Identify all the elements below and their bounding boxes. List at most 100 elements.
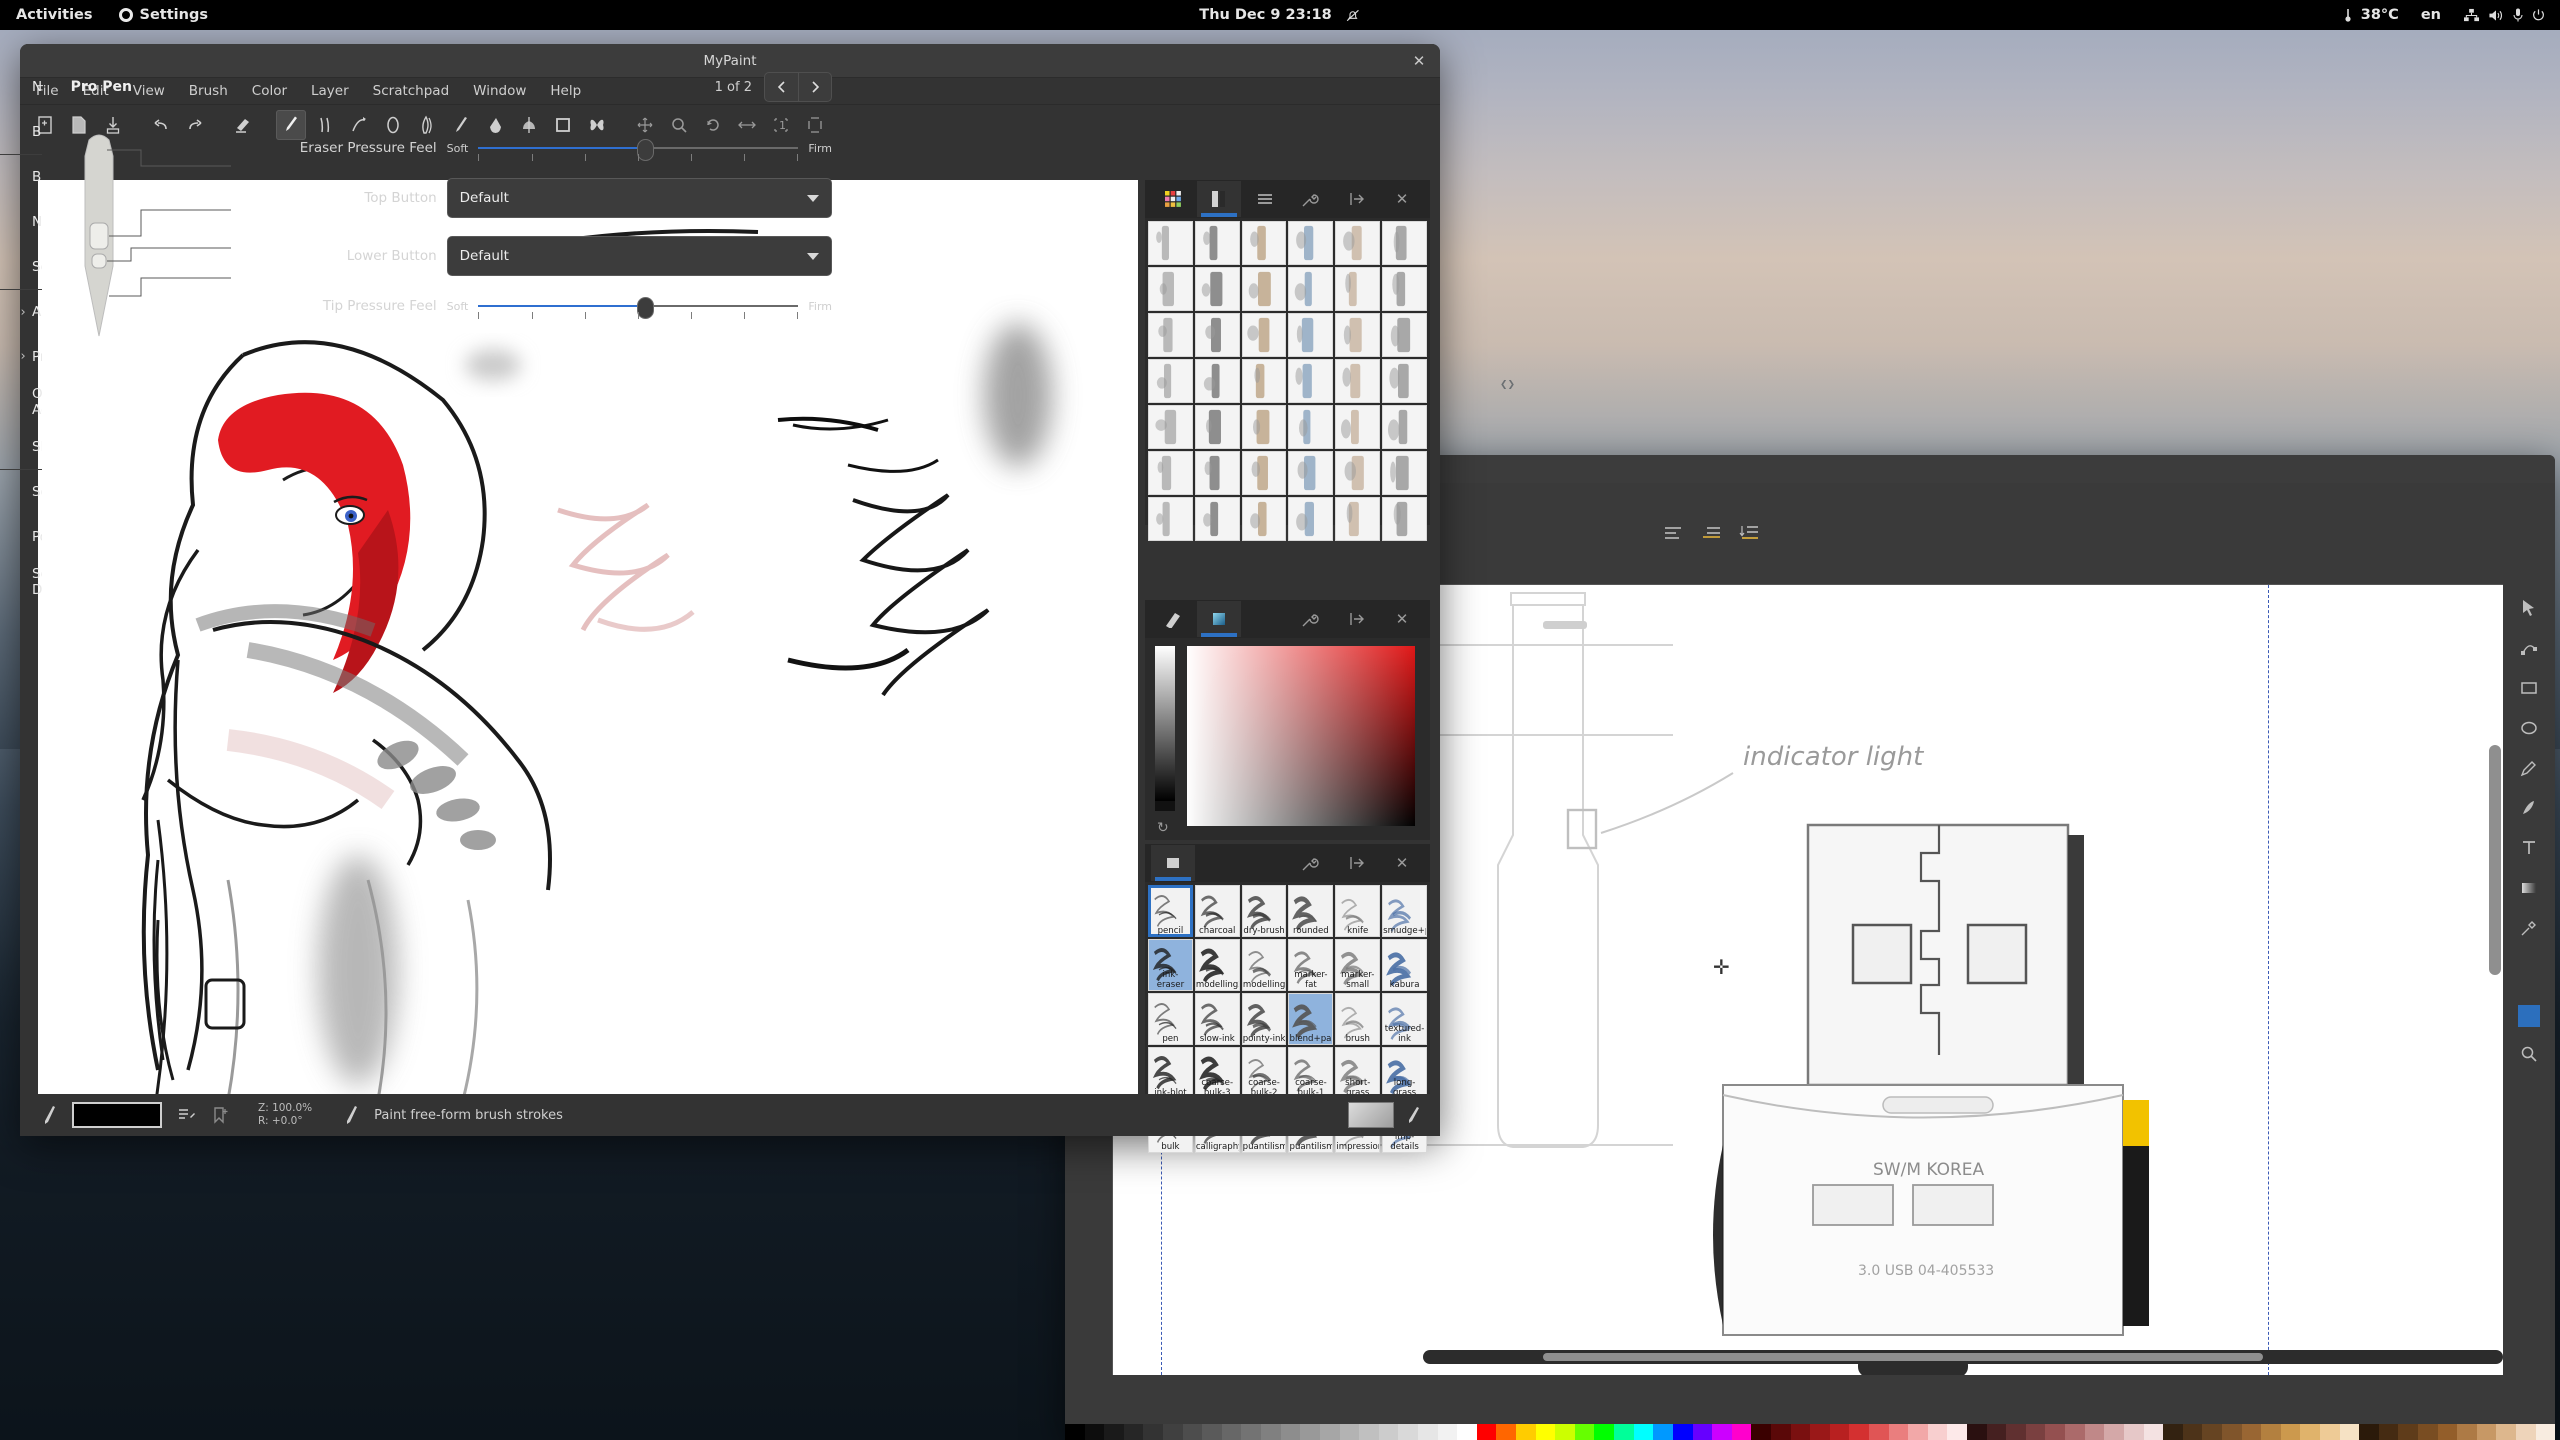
- brush-item[interactable]: pointy-ink: [1241, 993, 1287, 1045]
- palette-swatch[interactable]: [1986, 1424, 2007, 1440]
- sidebar-item-privacy[interactable]: Privacy ›: [0, 334, 41, 379]
- color-wheel-tab[interactable]: [1151, 601, 1195, 637]
- brush-item[interactable]: smudge+paint: [1382, 885, 1427, 937]
- brushset-thumbnail[interactable]: [1382, 359, 1427, 403]
- wrench-tab[interactable]: [1289, 181, 1333, 217]
- palette-swatch[interactable]: [1241, 1424, 1262, 1440]
- brushset-thumbnail[interactable]: [1241, 451, 1287, 495]
- color-reset-icon[interactable]: ↻: [1157, 820, 1169, 836]
- palette-swatch[interactable]: [2516, 1424, 2536, 1440]
- brushset-thumbnail[interactable]: [1148, 405, 1193, 449]
- brushset-thumbnail[interactable]: [1382, 497, 1427, 541]
- value-slider-knob[interactable]: [1155, 801, 1175, 811]
- palette-swatch[interactable]: [1496, 1424, 1517, 1440]
- sidebar-item-notifications[interactable]: Notifications: [0, 199, 42, 244]
- palette-swatch[interactable]: [1261, 1424, 1281, 1440]
- select-tool-icon[interactable]: [2516, 595, 2542, 621]
- distribute-vertical-icon[interactable]: [1739, 523, 1761, 543]
- brush-item[interactable]: brush: [1335, 993, 1381, 1045]
- sidebar-item-online-accounts[interactable]: Online Accounts: [0, 379, 42, 424]
- brushset-thumbnail[interactable]: [1241, 267, 1287, 311]
- brush-item[interactable]: marker-fat: [1288, 939, 1334, 991]
- palette-swatch[interactable]: [1751, 1424, 1771, 1440]
- palette-swatch[interactable]: [1398, 1424, 1418, 1440]
- palette-swatch[interactable]: [1457, 1424, 1477, 1440]
- calligraphy-tool-icon[interactable]: [2516, 795, 2542, 821]
- brushset-thumbnail[interactable]: [1148, 313, 1193, 357]
- button-action-select[interactable]: Default: [446, 236, 832, 276]
- brushset-thumbnail[interactable]: [1148, 497, 1193, 541]
- palette-swatch[interactable]: [1692, 1424, 1713, 1440]
- previous-device-button[interactable]: [764, 72, 798, 102]
- palette-swatch[interactable]: [2437, 1424, 2458, 1440]
- palette-swatch[interactable]: [1594, 1424, 1615, 1440]
- palette-swatch[interactable]: [1339, 1424, 1360, 1440]
- palette-swatch[interactable]: [1300, 1424, 1320, 1440]
- palette-swatch[interactable]: [1770, 1424, 1791, 1440]
- rectangle-tool-icon[interactable]: [2516, 675, 2542, 701]
- brushset-thumbnail[interactable]: [1241, 221, 1287, 265]
- brush-item[interactable]: rounded: [1288, 885, 1334, 937]
- brushset-thumbnail[interactable]: [1194, 267, 1240, 311]
- brush-item[interactable]: modelling: [1241, 939, 1287, 991]
- palette-swatch[interactable]: [2476, 1424, 2497, 1440]
- palette-swatch[interactable]: [1280, 1424, 1301, 1440]
- brush-item[interactable]: marker-small: [1335, 939, 1381, 991]
- brushset-thumbnail[interactable]: [1148, 451, 1193, 495]
- brushset-thumbnail[interactable]: [1241, 405, 1287, 449]
- pencil-tool-icon[interactable]: [2516, 755, 2542, 781]
- brushset-thumbnail[interactable]: [1148, 221, 1193, 265]
- color-rect-tab[interactable]: [1197, 601, 1241, 637]
- palette-swatch[interactable]: [2221, 1424, 2242, 1440]
- current-color-swatch[interactable]: [72, 1102, 162, 1128]
- palette-swatch[interactable]: [2398, 1424, 2419, 1440]
- brush-item[interactable]: slow-ink: [1194, 993, 1240, 1045]
- brushset-thumbnail[interactable]: [1382, 451, 1427, 495]
- add-bookmark-icon[interactable]: [210, 1105, 230, 1125]
- brushset-thumbnail[interactable]: [1382, 221, 1427, 265]
- brush-item[interactable]: charcoal: [1194, 885, 1240, 937]
- brush-item[interactable]: kabura: [1382, 939, 1427, 991]
- palette-swatch[interactable]: [1967, 1424, 1987, 1440]
- palette-swatch[interactable]: [2378, 1424, 2399, 1440]
- close-tab[interactable]: ✕: [1380, 845, 1424, 881]
- app-menu-button[interactable]: Settings: [118, 7, 208, 23]
- brushset-thumbnail[interactable]: [1148, 359, 1193, 403]
- brushset-thumbnail[interactable]: [1288, 497, 1334, 541]
- palette-swatch[interactable]: [2418, 1424, 2438, 1440]
- sidebar-item-background[interactable]: Background: [0, 154, 42, 199]
- brushset-thumbnail[interactable]: [1382, 313, 1427, 357]
- indent-icon[interactable]: [1701, 523, 1723, 543]
- brushset-thumbnail[interactable]: [1335, 497, 1381, 541]
- brush-item[interactable]: coarse-bulk-3: [1194, 1047, 1240, 1099]
- palette-swatch[interactable]: [1163, 1424, 1183, 1440]
- system-status-menu[interactable]: [2463, 7, 2546, 23]
- brushset-thumbnail[interactable]: [1241, 359, 1287, 403]
- palette-swatch[interactable]: [1947, 1424, 1968, 1440]
- vertical-scrollbar[interactable]: [2489, 745, 2501, 975]
- palette-swatch[interactable]: [1574, 1424, 1595, 1440]
- brushset-thumbnail[interactable]: [1335, 313, 1381, 357]
- palette-swatch[interactable]: [1712, 1424, 1732, 1440]
- brushset-thumbnail[interactable]: [1288, 221, 1334, 265]
- node-tool-icon[interactable]: [2516, 635, 2542, 661]
- brushset-thumbnail[interactable]: [1194, 497, 1240, 541]
- palette-swatch[interactable]: [2280, 1424, 2301, 1440]
- palette-swatch[interactable]: [1202, 1424, 1222, 1440]
- palette-swatch[interactable]: [2457, 1424, 2477, 1440]
- palette-swatch[interactable]: [2025, 1424, 2046, 1440]
- color-palette-strip[interactable]: [1065, 1424, 2556, 1440]
- palette-swatch[interactable]: [1888, 1424, 1909, 1440]
- sidebar-item-search[interactable]: Search: [0, 244, 42, 289]
- brushset-thumbnail[interactable]: [1288, 359, 1334, 403]
- palette-swatch[interactable]: [2261, 1424, 2281, 1440]
- layer-icon[interactable]: [176, 1105, 196, 1125]
- palette-swatch[interactable]: [1633, 1424, 1654, 1440]
- brushset-thumbnail[interactable]: [1335, 451, 1381, 495]
- brushset-thumbnail[interactable]: [1194, 405, 1240, 449]
- palette-swatch[interactable]: [1476, 1424, 1497, 1440]
- palette-swatch[interactable]: [1849, 1424, 1869, 1440]
- brushset-thumbnail[interactable]: [1382, 267, 1427, 311]
- brush-item[interactable]: coarse-bulk-1: [1288, 1047, 1334, 1099]
- brushset-thumbnail[interactable]: [1288, 313, 1334, 357]
